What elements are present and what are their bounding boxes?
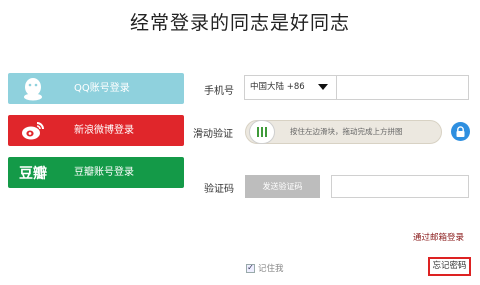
slide-verify-label: 滑动验证 <box>193 129 233 140</box>
qq-penguin-icon <box>8 73 58 104</box>
email-login-link[interactable]: 通过邮箱登录 <box>413 231 464 243</box>
phone-label: 手机号 <box>204 86 234 97</box>
send-code-button[interactable]: 发送验证码 <box>245 175 320 198</box>
caret-down-icon <box>318 84 328 90</box>
verification-code-label: 验证码 <box>204 184 234 195</box>
grip-bars-icon <box>257 127 267 137</box>
forgot-password-link[interactable]: 忘记密码 <box>428 257 471 276</box>
weibo-login-button[interactable]: 新浪微博登录 <box>8 115 184 146</box>
slide-verify-track: 按住左边滑块，拖动完成上方拼图 <box>245 120 442 144</box>
douban-login-label: 豆瓣账号登录 <box>74 167 134 178</box>
weibo-eye-icon <box>8 115 58 146</box>
douban-login-button[interactable]: 豆瓣 豆瓣账号登录 <box>8 157 184 188</box>
weibo-login-label: 新浪微博登录 <box>74 125 134 136</box>
verification-code-input[interactable] <box>331 175 469 198</box>
slide-verify-hint: 按住左边滑块，拖动完成上方拼图 <box>290 127 403 136</box>
phone-input[interactable] <box>336 75 469 100</box>
qq-login-button[interactable]: QQ账号登录 <box>8 73 184 104</box>
remember-me[interactable]: ✓ 记住我 <box>246 262 284 274</box>
slider-handle[interactable] <box>249 120 275 144</box>
remember-me-label: 记住我 <box>258 264 284 274</box>
douban-text-logo: 豆瓣 <box>19 165 47 182</box>
page-title: 经常登录的同志是好同志 <box>129 12 350 34</box>
country-code-value: 中国大陆 +86 <box>250 82 305 92</box>
country-code-select[interactable]: 中国大陆 +86 <box>244 75 336 100</box>
checkbox-checked-icon[interactable]: ✓ <box>246 263 255 273</box>
lock-icon[interactable] <box>451 122 470 141</box>
qq-login-label: QQ账号登录 <box>74 83 130 94</box>
